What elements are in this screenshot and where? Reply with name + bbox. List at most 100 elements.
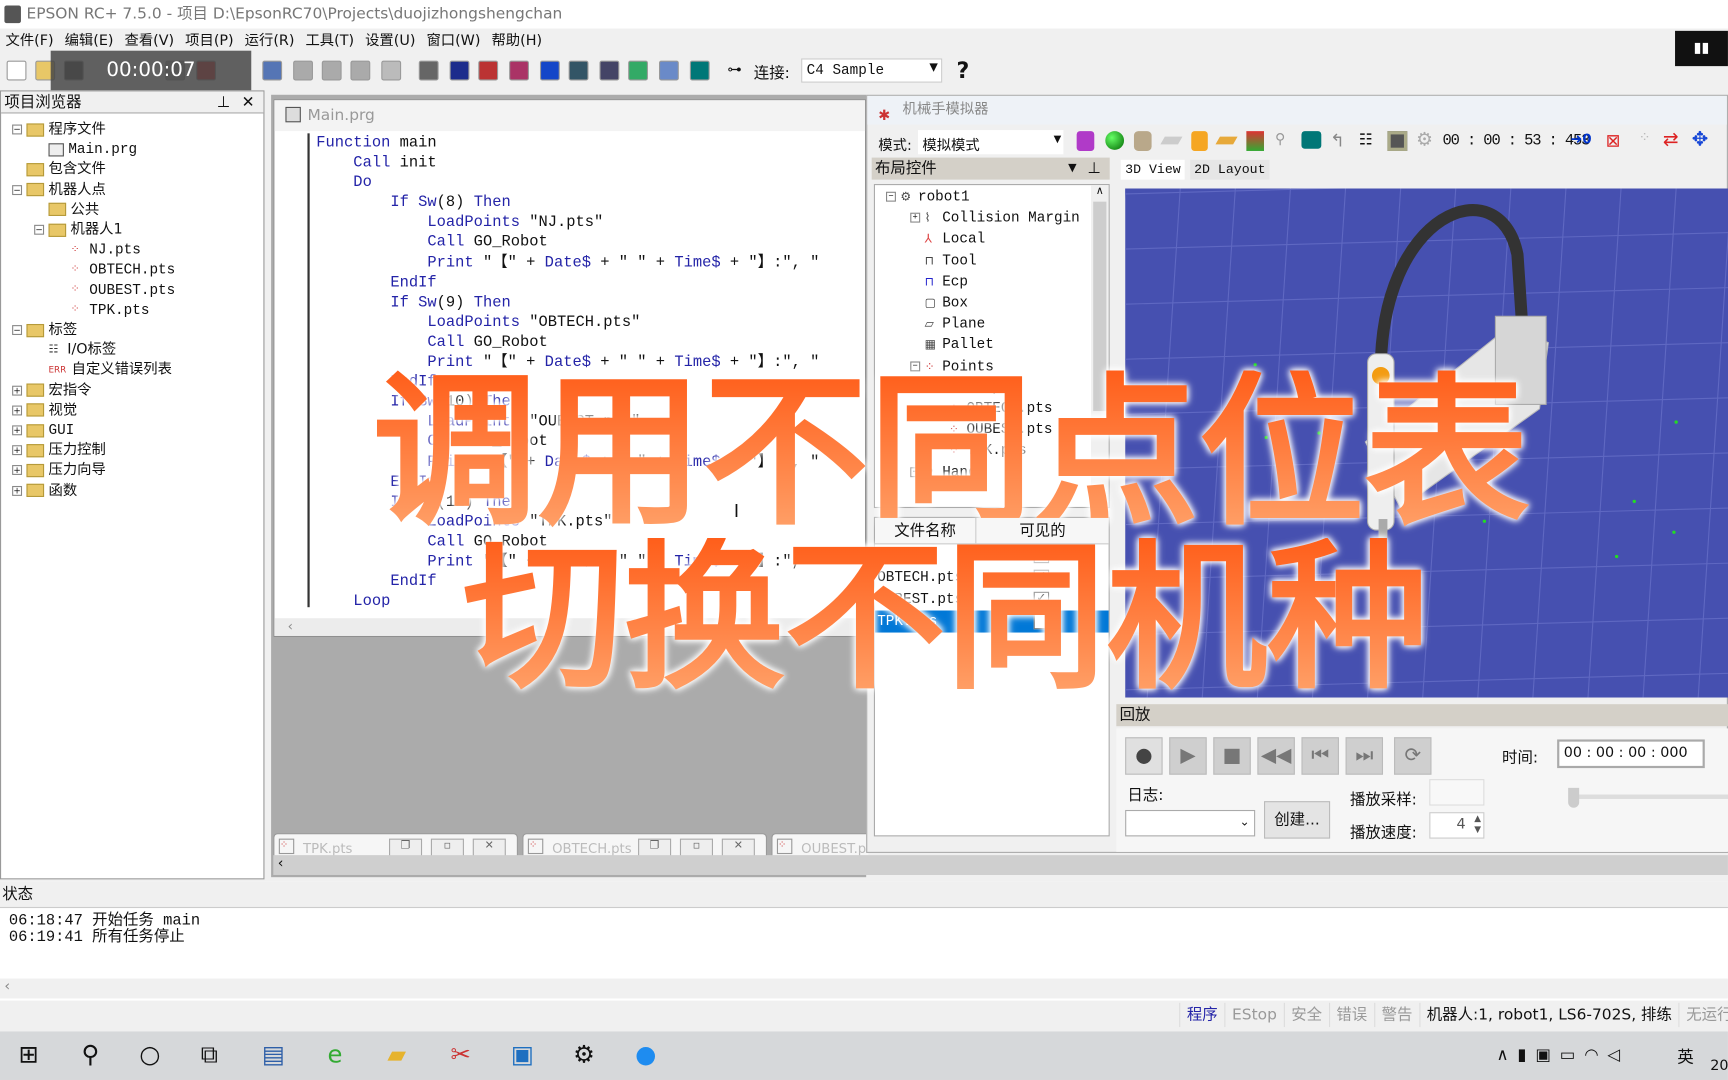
gear-icon[interactable]: ⚙ xyxy=(1416,129,1433,151)
tab-3d-view[interactable]: 3D View xyxy=(1120,159,1186,180)
tree-item[interactable]: − 机器人1 xyxy=(12,220,175,240)
clock[interactable]: 20 xyxy=(1710,1058,1728,1075)
pin-icon[interactable]: ⊥ xyxy=(217,91,230,113)
toolbar-button-icon[interactable] xyxy=(381,60,402,81)
snipping-icon[interactable]: ✂ xyxy=(439,1031,483,1079)
add-object-icon[interactable] xyxy=(1191,131,1208,151)
zoom-icon[interactable]: ● xyxy=(624,1031,668,1079)
toolbar-button-icon[interactable] xyxy=(478,60,499,81)
file-table-row[interactable]: OBTECH.pts ✓ xyxy=(875,566,1109,588)
chevron-down-icon[interactable]: ▼ xyxy=(1068,158,1076,180)
slider-thumb[interactable] xyxy=(1568,787,1580,808)
layout-tree-item[interactable]: ⊓ Ecp xyxy=(886,272,1080,293)
layout-tree-item[interactable]: ▦ Pallet xyxy=(886,335,1080,356)
collapse-icon[interactable]: − xyxy=(34,224,45,235)
help-button[interactable]: ? xyxy=(957,57,970,83)
toolbar-button-icon[interactable] xyxy=(350,60,371,81)
undo-icon[interactable]: ↰ xyxy=(1330,130,1345,151)
tree-item[interactable]: − 标签 xyxy=(12,321,175,341)
toolbar-button-icon[interactable] xyxy=(599,60,620,81)
list-icon[interactable]: ☷ xyxy=(1359,131,1373,149)
task-view-icon[interactable]: ⧉ xyxy=(187,1031,231,1079)
tray-icons[interactable]: ∧▮▣▭◠◁ xyxy=(1497,1045,1629,1065)
collision-icon[interactable]: ⊠ xyxy=(1606,130,1621,151)
layout-tree-item[interactable]: ⊓ Tool xyxy=(886,251,1080,272)
layout-tree-scrollbar[interactable]: ∧ xyxy=(1090,185,1109,507)
skip-back-button[interactable]: ⏮ xyxy=(1301,737,1339,775)
document-tab[interactable]: ⁘ OBTECH.pts ❐ ▫ ✕ xyxy=(522,833,767,858)
collapse-icon[interactable]: − xyxy=(886,191,896,202)
create-button[interactable]: 创建... xyxy=(1263,801,1331,839)
expand-icon[interactable]: + xyxy=(12,465,23,476)
tree-item[interactable]: ⁘ OBTECH.pts xyxy=(12,261,176,281)
toolbar-button-icon[interactable] xyxy=(449,60,470,81)
add-cylinder-icon[interactable] xyxy=(1133,131,1152,151)
layout-tree-item[interactable]: ⁘ OUBEST.pts xyxy=(886,420,1080,441)
tree-item[interactable]: + 函数 xyxy=(12,481,175,501)
document-tab[interactable]: ⁘ TPK.pts ❐ ▫ ✕ xyxy=(273,833,518,858)
tree-item[interactable]: 包含文件 xyxy=(12,160,175,180)
time-field[interactable]: 00 : 00 : 00 : 000 xyxy=(1557,739,1705,769)
move-icon[interactable]: ✥ xyxy=(1692,128,1709,151)
tree-item[interactable]: Main.prg xyxy=(12,140,175,160)
document-tab[interactable]: ⁘OUBEST.pts❐▫✕ xyxy=(771,833,869,858)
tree-item[interactable]: 公共 xyxy=(12,200,175,220)
stop-button[interactable]: ■ xyxy=(1213,737,1251,775)
toolbar-button-icon[interactable] xyxy=(509,60,529,81)
toolbar-button-icon[interactable] xyxy=(6,60,27,81)
add-plane-icon[interactable] xyxy=(1160,136,1183,145)
column-header-name[interactable]: 文件名称 xyxy=(875,517,977,544)
epson-icon[interactable]: ⚙ xyxy=(562,1031,606,1079)
play-button[interactable]: ▶ xyxy=(1169,737,1207,775)
file-table-row[interactable]: TPK.pts xyxy=(874,610,1109,633)
status-hscrollbar[interactable]: ‹ xyxy=(0,978,1728,999)
sample-field[interactable] xyxy=(1429,779,1485,806)
toolbar-button-icon[interactable] xyxy=(658,60,679,81)
arrow-right-icon[interactable]: ➜0 xyxy=(1570,131,1591,148)
record-button[interactable]: ● xyxy=(1125,737,1163,775)
scroll-up-icon[interactable]: ∧ xyxy=(1091,185,1109,197)
points-icon[interactable]: ⁘ xyxy=(1639,130,1651,147)
cortana-icon[interactable]: ○ xyxy=(128,1031,172,1079)
code-editor[interactable]: Function main Call init Do If Sw(8) Then… xyxy=(316,133,865,607)
menu-item[interactable]: 窗口(W) xyxy=(421,29,486,55)
log-select[interactable]: ⌄ xyxy=(1125,809,1256,837)
menu-item[interactable]: 工具(T) xyxy=(300,29,360,55)
tree-item[interactable]: + 视觉 xyxy=(12,401,175,421)
toolbar-button-icon[interactable] xyxy=(321,60,342,81)
expand-icon[interactable]: + xyxy=(12,425,23,436)
menu-item[interactable]: 设置(U) xyxy=(360,29,421,55)
add-plate-icon[interactable] xyxy=(1215,136,1238,145)
tab-2d-layout[interactable]: 2D Layout xyxy=(1189,159,1270,180)
add-box-icon[interactable] xyxy=(1076,131,1095,151)
ime-indicator[interactable]: 英 xyxy=(1677,1045,1694,1068)
toolbar-button-icon[interactable] xyxy=(262,60,283,81)
mode-select[interactable]: 模拟模式 ▼ xyxy=(917,130,1064,155)
tree-item[interactable]: + 压力向导 xyxy=(12,461,175,481)
expand-icon[interactable]: + xyxy=(12,445,23,456)
visible-checkbox[interactable] xyxy=(1033,613,1050,630)
rewind-button[interactable]: ◀◀ xyxy=(1257,737,1295,775)
visible-checkbox[interactable]: ✓ xyxy=(1033,591,1050,608)
layout-tree-item[interactable]: ▢ Box xyxy=(886,293,1080,314)
collapse-icon[interactable]: − xyxy=(12,325,23,336)
expand-icon[interactable]: + xyxy=(12,385,23,396)
file-table-row[interactable]: OUBEST.pts ✓ xyxy=(875,588,1109,610)
mdi-hscrollbar[interactable]: ‹ xyxy=(273,855,1728,875)
tree-item[interactable]: ⁘ TPK.pts xyxy=(12,301,175,321)
3d-view[interactable] xyxy=(1125,188,1728,698)
layout-tree-item[interactable]: ⁘ NJ.pts xyxy=(886,378,1080,399)
connect-select[interactable]: C4 Sample ▼ xyxy=(801,58,943,83)
add-sphere-icon[interactable] xyxy=(1105,131,1125,150)
tree-item[interactable]: + GUI xyxy=(12,421,175,441)
tree-item[interactable]: ☷ I/O标签 xyxy=(12,341,175,361)
layout-tree-item[interactable]: + ⌇ Collision Margin xyxy=(886,209,1080,230)
expand-icon[interactable]: + xyxy=(12,405,23,416)
file-table-row[interactable]: NJ.pts xyxy=(875,544,1109,566)
photos-icon[interactable]: ▣ xyxy=(500,1031,544,1079)
scroll-thumb[interactable] xyxy=(1093,201,1107,412)
layout-tree-item[interactable]: ⁘ OBTECH.pts xyxy=(886,399,1080,420)
visible-checkbox[interactable]: ✓ xyxy=(1033,569,1050,586)
swap-icon[interactable]: ⇄ xyxy=(1663,129,1679,151)
visible-checkbox[interactable] xyxy=(1033,547,1050,564)
